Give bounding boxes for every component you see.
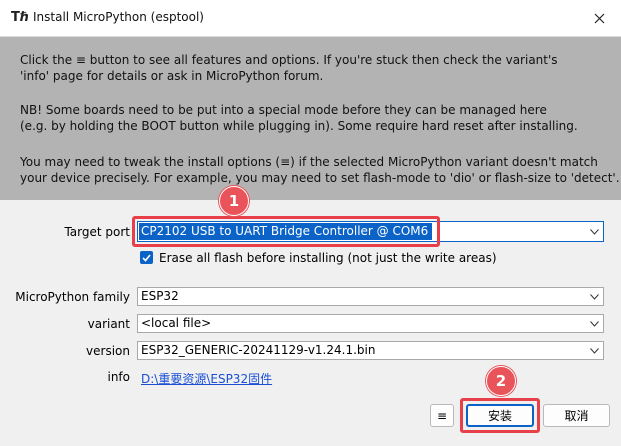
info-panel: Click the ≡ button to see all features a… [0, 37, 621, 200]
cancel-button[interactable]: 取消 [543, 404, 610, 427]
chevron-down-icon [585, 315, 603, 332]
cancel-button-label: 取消 [564, 409, 589, 423]
annotation-badge-1: 1 [219, 186, 249, 216]
title-bar: Tℏ Install MicroPython (esptool) [0, 0, 621, 37]
window-title: Install MicroPython (esptool) [33, 10, 204, 24]
install-button[interactable]: 安装 [466, 404, 534, 427]
close-icon [594, 13, 604, 23]
info-link[interactable]: D:\重要资源\ESP32固件 [141, 370, 272, 387]
variant-select[interactable]: <local file> [137, 314, 604, 333]
target-port-value: CP2102 USB to UART Bridge Controller @ C… [139, 223, 433, 240]
target-port-label: Target port [64, 225, 130, 239]
erase-flash-label: Erase all flash before installing (not j… [159, 251, 497, 265]
version-value: ESP32_GENERIC-20241129-v1.24.1.bin [141, 343, 376, 357]
info-paragraph-1: Click the ≡ button to see all features a… [20, 53, 558, 83]
chevron-down-icon [585, 222, 603, 241]
target-port-select[interactable]: CP2102 USB to UART Bridge Controller @ C… [137, 221, 604, 242]
variant-label: variant [87, 317, 130, 331]
checkmark-icon [142, 253, 151, 262]
menu-icon: ≡ [436, 408, 448, 423]
close-button[interactable] [577, 0, 621, 36]
family-value: ESP32 [141, 289, 179, 303]
install-button-label: 安装 [487, 409, 512, 423]
info-label: info [107, 370, 130, 384]
annotation-badge-2: 2 [486, 366, 516, 396]
family-select[interactable]: ESP32 [137, 287, 604, 306]
info-paragraph-3: You may need to tweak the install option… [20, 155, 620, 185]
erase-flash-checkbox[interactable] [140, 251, 153, 264]
family-label: MicroPython family [15, 290, 130, 304]
chevron-down-icon [585, 342, 603, 359]
version-select[interactable]: ESP32_GENERIC-20241129-v1.24.1.bin [137, 341, 604, 360]
options-menu-button[interactable]: ≡ [430, 404, 454, 427]
chevron-down-icon [585, 288, 603, 305]
info-paragraph-2: NB! Some boards need to be put into a sp… [20, 103, 578, 133]
thonny-logo-icon: Tℏ [11, 10, 30, 25]
variant-value: <local file> [141, 316, 212, 330]
version-label: version [86, 344, 130, 358]
